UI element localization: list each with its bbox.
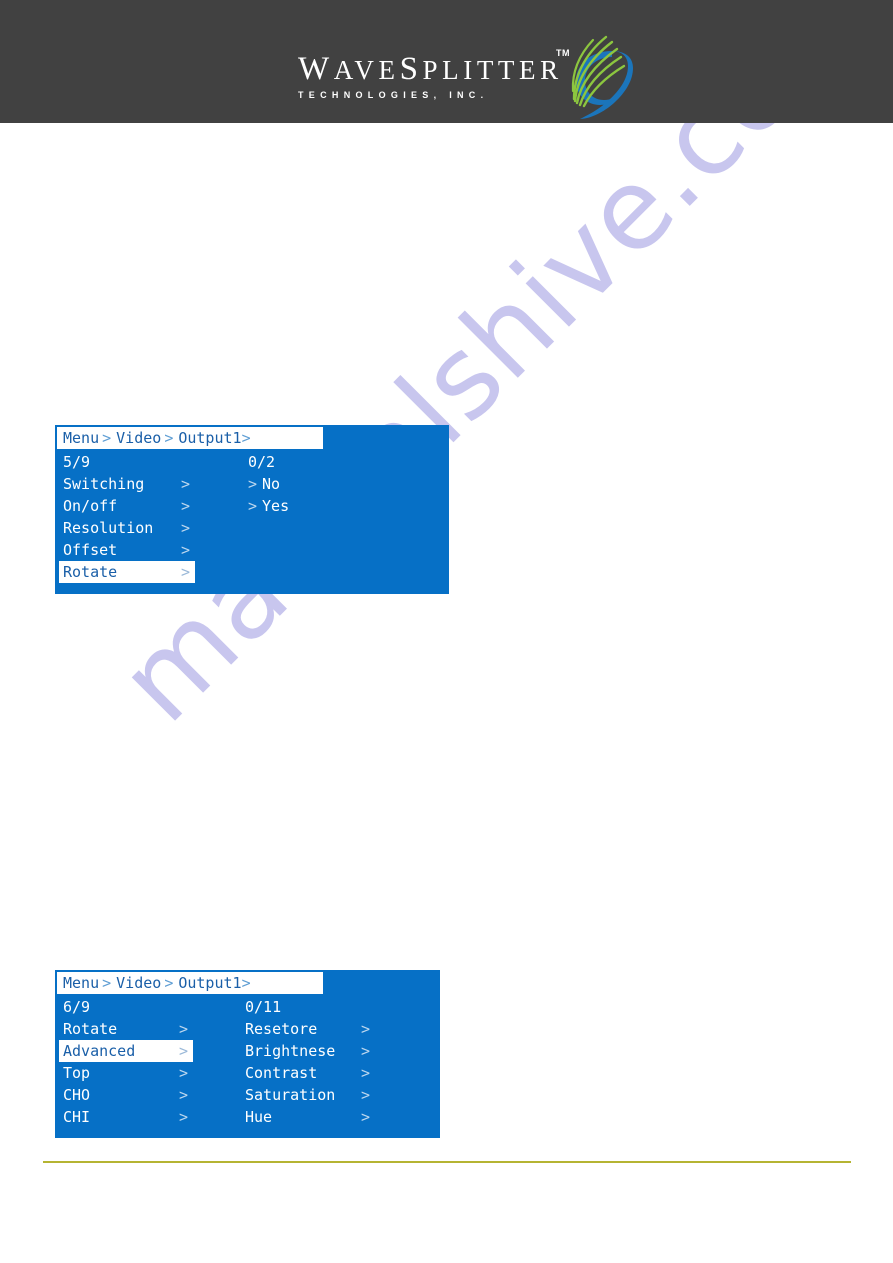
osd-item-label: Top bbox=[63, 1064, 91, 1082]
breadcrumb-separator-icon: > bbox=[241, 429, 251, 447]
chevron-right-icon: > bbox=[361, 1108, 371, 1126]
chevron-right-icon: > bbox=[179, 1020, 189, 1038]
osd-submenu-item-resetore[interactable]: Resetore bbox=[245, 1018, 317, 1040]
breadcrumb-item-video[interactable]: Video bbox=[116, 429, 161, 447]
osd-menu-panel-2[interactable]: Menu > Video > Output1> 6/9 0/11 Rotate > Re… bbox=[55, 970, 440, 1138]
breadcrumb: Menu > Video > Output1> bbox=[57, 427, 323, 449]
osd-submenu-item-saturation[interactable]: Saturation bbox=[245, 1084, 335, 1106]
osd-item-value: Resetore bbox=[245, 1020, 318, 1038]
osd-menu-item-top[interactable]: Top > Contrast > bbox=[55, 1062, 440, 1084]
osd-item-label: Resolution bbox=[63, 519, 154, 537]
osd-item-label: Rotate bbox=[63, 563, 118, 581]
osd-item-value: Yes bbox=[262, 497, 290, 515]
chevron-right-icon: > bbox=[181, 519, 191, 537]
header-banner: WAVESPLITTER TECHNOLOGIES, INC. TM bbox=[0, 0, 893, 123]
logo-tagline: TECHNOLOGIES, INC. bbox=[298, 90, 489, 100]
chevron-right-icon: > bbox=[361, 1042, 371, 1060]
osd-counter-row: 6/9 0/11 bbox=[55, 996, 440, 1018]
osd-menu-item-onoff[interactable]: On/off > > Yes bbox=[55, 495, 449, 517]
osd-item-value: No bbox=[262, 475, 281, 493]
chevron-right-icon: > bbox=[181, 497, 191, 515]
osd-item-label: CHI bbox=[63, 1108, 91, 1126]
osd-menu-item-rotate-selected[interactable]: Rotate > bbox=[55, 561, 449, 583]
breadcrumb-item-menu[interactable]: Menu bbox=[63, 974, 99, 992]
osd-item-value: Contrast bbox=[245, 1064, 318, 1082]
wavesplitter-logo-icon bbox=[571, 35, 633, 119]
osd-menu-item-switching[interactable]: Switching > > No bbox=[55, 473, 449, 495]
breadcrumb-item-output1[interactable]: Output1 bbox=[178, 974, 241, 992]
chevron-right-icon: > bbox=[179, 1108, 189, 1126]
osd-submenu-item-contrast[interactable]: Contrast bbox=[245, 1062, 317, 1084]
breadcrumb-separator-icon: > bbox=[164, 974, 174, 992]
breadcrumb-separator-icon: > bbox=[241, 974, 251, 992]
osd-item-label-cell: Advanced > bbox=[59, 1040, 193, 1062]
breadcrumb: Menu > Video > Output1> bbox=[57, 972, 323, 994]
chevron-right-icon: > bbox=[179, 1064, 189, 1082]
osd-item-label-cell: Offset > bbox=[59, 539, 195, 561]
osd-item-label-cell: On/off > bbox=[59, 495, 195, 517]
breadcrumb-separator-icon: > bbox=[102, 974, 112, 992]
osd-item-label-cell: Resolution > bbox=[59, 517, 195, 539]
osd-item-value: Brightnese bbox=[245, 1042, 336, 1060]
osd-item-value: Saturation bbox=[245, 1086, 336, 1104]
chevron-right-icon: > bbox=[248, 497, 258, 515]
osd-submenu-item-brightnese[interactable]: Brightnese bbox=[245, 1040, 335, 1062]
page-counter-right: 0/11 bbox=[245, 998, 282, 1016]
chevron-right-icon: > bbox=[181, 475, 191, 493]
breadcrumb-item-output1[interactable]: Output1 bbox=[178, 429, 241, 447]
chevron-right-icon: > bbox=[361, 1064, 371, 1082]
logo-brand-name: WAVESPLITTER bbox=[298, 51, 563, 87]
osd-menu-item-rotate[interactable]: Rotate > Resetore > bbox=[55, 1018, 440, 1040]
breadcrumb-separator-icon: > bbox=[164, 429, 174, 447]
brand-logo: WAVESPLITTER TECHNOLOGIES, INC. TM bbox=[298, 30, 633, 119]
osd-menu-item-chi[interactable]: CHI > Hue > bbox=[55, 1106, 440, 1128]
osd-counter-row: 5/9 0/2 bbox=[55, 451, 449, 473]
chevron-right-icon: > bbox=[361, 1086, 371, 1104]
osd-item-label: Advanced bbox=[63, 1042, 136, 1060]
osd-item-label-cell: Rotate > bbox=[59, 561, 195, 583]
osd-submenu-item-hue[interactable]: Hue bbox=[245, 1106, 272, 1128]
chevron-right-icon: > bbox=[181, 541, 191, 559]
breadcrumb-separator-icon: > bbox=[102, 429, 112, 447]
osd-item-label-cell: Switching > bbox=[59, 473, 195, 495]
osd-item-value: Hue bbox=[245, 1108, 273, 1126]
footer-divider bbox=[43, 1161, 851, 1163]
osd-item-label: Offset bbox=[63, 541, 118, 559]
osd-item-label: Switching bbox=[63, 475, 145, 493]
osd-row-list: 6/9 0/11 Rotate > Resetore > Advanced > … bbox=[55, 996, 440, 1128]
osd-item-value-cell[interactable]: > Yes bbox=[248, 495, 289, 517]
osd-menu-item-offset[interactable]: Offset > bbox=[55, 539, 449, 561]
osd-item-label-cell: Top > bbox=[59, 1062, 193, 1084]
chevron-right-icon: > bbox=[179, 1086, 189, 1104]
page-counter-left: 6/9 bbox=[63, 998, 91, 1016]
osd-menu-panel-1[interactable]: Menu > Video > Output1> 5/9 0/2 Switching > … bbox=[55, 425, 449, 594]
osd-menu-item-advanced-selected[interactable]: Advanced > Brightnese > bbox=[55, 1040, 440, 1062]
chevron-right-icon: > bbox=[248, 475, 258, 493]
page-counter-right: 0/2 bbox=[248, 453, 276, 471]
osd-item-label-cell: Rotate > bbox=[59, 1018, 193, 1040]
osd-item-label: On/off bbox=[63, 497, 118, 515]
chevron-right-icon: > bbox=[361, 1020, 371, 1038]
osd-item-label: Rotate bbox=[63, 1020, 118, 1038]
breadcrumb-item-menu[interactable]: Menu bbox=[63, 429, 99, 447]
breadcrumb-item-video[interactable]: Video bbox=[116, 974, 161, 992]
osd-menu-item-resolution[interactable]: Resolution > bbox=[55, 517, 449, 539]
page-counter-left: 5/9 bbox=[63, 453, 91, 471]
chevron-right-icon: > bbox=[179, 1042, 189, 1060]
osd-item-label-cell: CHO > bbox=[59, 1084, 193, 1106]
osd-menu-item-cho[interactable]: CHO > Saturation > bbox=[55, 1084, 440, 1106]
osd-row-list: 5/9 0/2 Switching > > No On/off > > Yes Re… bbox=[55, 451, 449, 583]
chevron-right-icon: > bbox=[181, 563, 191, 581]
osd-item-label: CHO bbox=[63, 1086, 91, 1104]
osd-item-value-cell[interactable]: > No bbox=[248, 473, 280, 495]
logo-wordmark: WAVESPLITTER TECHNOLOGIES, INC. bbox=[298, 51, 563, 103]
osd-item-label-cell: CHI > bbox=[59, 1106, 193, 1128]
